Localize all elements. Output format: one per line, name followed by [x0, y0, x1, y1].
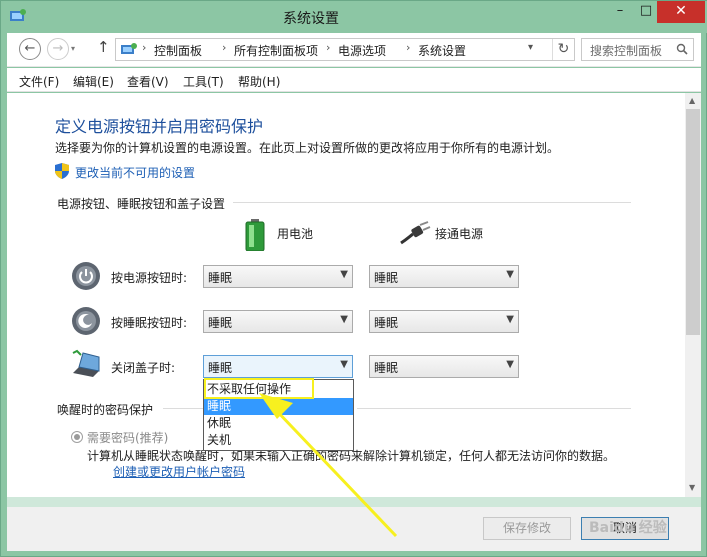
require-password-label: 需要密码(推荐) — [87, 431, 169, 445]
section-divider — [163, 408, 203, 409]
breadcrumb-separator: › — [326, 41, 331, 54]
change-unavailable-settings-link[interactable]: 更改当前不可用的设置 — [75, 164, 195, 181]
title-bar: 系统设置 – □ ✕ — [1, 1, 707, 33]
maximize-button[interactable]: □ — [633, 1, 659, 23]
uac-shield-icon — [55, 163, 69, 179]
refresh-button[interactable]: ↻ — [552, 39, 574, 60]
option-sleep[interactable]: 睡眠 — [204, 398, 353, 415]
select-value: 睡眠 — [374, 316, 399, 330]
power-button-icon — [72, 262, 100, 290]
content-bottom-strip — [7, 497, 701, 507]
sleep-button-icon — [72, 307, 100, 335]
scrollbar-thumb[interactable] — [686, 109, 700, 335]
select-value: 睡眠 — [208, 271, 233, 285]
breadcrumb-all-items[interactable]: 所有控制面板项 — [234, 42, 318, 59]
chevron-down-icon: ▼ — [340, 314, 348, 325]
battery-icon — [245, 219, 265, 251]
menu-file[interactable]: 文件(F) — [19, 73, 59, 90]
breadcrumb-power-options[interactable]: 电源选项 — [338, 42, 386, 59]
recent-locations-chevron-icon[interactable]: ▾ — [71, 44, 75, 53]
option-hibernate[interactable]: 休眠 — [204, 415, 353, 432]
menu-view[interactable]: 查看(V) — [127, 73, 169, 90]
menu-bar: 文件(F) 编辑(E) 查看(V) 工具(T) 帮助(H) — [7, 68, 701, 92]
breadcrumb-separator: › — [222, 41, 227, 54]
back-button[interactable]: ← — [19, 38, 41, 60]
section-wake-password: 唤醒时的密码保护 — [57, 403, 154, 417]
select-value: 睡眠 — [208, 316, 233, 330]
row-label-sleep-button: 按睡眠按钮时: — [111, 316, 188, 330]
column-plugged-in: 接通电源 — [435, 227, 484, 241]
address-dropdown-chevron-icon[interactable]: ▾ — [528, 42, 533, 53]
create-password-link[interactable]: 创建或更改用户帐户密码 — [113, 463, 245, 480]
address-bar[interactable]: › 控制面板 › 所有控制面板项 › 电源选项 › 系统设置 ▾ ↻ — [115, 38, 575, 61]
window: 系统设置 – □ ✕ ← → ▾ ↑ › 控制面板 › 所有控制面板项 › 电源… — [0, 0, 707, 557]
breadcrumb-separator: › — [142, 41, 147, 54]
navigation-bar: ← → ▾ ↑ › 控制面板 › 所有控制面板项 › 电源选项 › 系统设置 ▾… — [7, 33, 701, 67]
scroll-down-icon[interactable]: ▼ — [689, 483, 695, 492]
minimize-button[interactable]: – — [607, 1, 633, 23]
chevron-down-icon: ▼ — [340, 359, 348, 370]
sleep-button-battery-select[interactable]: 睡眠 ▼ — [203, 310, 353, 333]
watermark-logo: Baidu 经验 — [589, 520, 667, 536]
chevron-down-icon: ▼ — [506, 359, 514, 370]
row-label-close-lid: 关闭盖子时: — [111, 361, 176, 375]
select-value: 睡眠 — [374, 361, 399, 375]
close-lid-battery-select[interactable]: 睡眠 ▼ — [203, 355, 353, 378]
menu-edit[interactable]: 编辑(E) — [73, 73, 114, 90]
select-value: 睡眠 — [208, 361, 233, 375]
annotation-highlight-box — [204, 378, 314, 399]
vertical-scrollbar[interactable]: ▲ ▼ — [685, 93, 701, 497]
chevron-down-icon: ▼ — [340, 269, 348, 280]
page-title: 定义电源按钮并启用密码保护 — [55, 117, 264, 136]
power-plug-icon — [400, 221, 431, 245]
close-button[interactable]: ✕ — [657, 1, 705, 23]
control-panel-icon — [121, 43, 137, 54]
select-value: 睡眠 — [374, 271, 399, 285]
search-icon — [676, 43, 688, 55]
forward-button[interactable]: → — [47, 38, 69, 60]
scroll-up-icon[interactable]: ▲ — [689, 96, 695, 105]
chevron-down-icon: ▼ — [506, 269, 514, 280]
section-divider — [357, 408, 631, 409]
chevron-down-icon: ▼ — [506, 314, 514, 325]
settings-content: 定义电源按钮并启用密码保护 选择要为你的计算机设置的电源设置。在此页上对设置所做… — [7, 93, 685, 497]
require-password-radio[interactable] — [71, 431, 83, 443]
breadcrumb-system-settings[interactable]: 系统设置 — [418, 42, 466, 59]
power-button-plugged-select[interactable]: 睡眠 ▼ — [369, 265, 519, 288]
page-description: 选择要为你的计算机设置的电源设置。在此页上对设置所做的更改将应用于你所有的电源计… — [55, 141, 560, 155]
section-divider — [233, 202, 631, 203]
option-shutdown[interactable]: 关机 — [204, 432, 353, 449]
breadcrumb-control-panel[interactable]: 控制面板 — [154, 42, 202, 59]
row-label-power-button: 按电源按钮时: — [111, 271, 188, 285]
menu-tools[interactable]: 工具(T) — [183, 73, 224, 90]
sleep-button-plugged-select[interactable]: 睡眠 ▼ — [369, 310, 519, 333]
section-power-buttons: 电源按钮、睡眠按钮和盖子设置 — [57, 197, 226, 211]
search-placeholder: 搜索控制面板 — [590, 44, 663, 58]
close-lid-plugged-select[interactable]: 睡眠 ▼ — [369, 355, 519, 378]
save-changes-button[interactable]: 保存修改 — [483, 517, 571, 540]
up-button[interactable]: ↑ — [97, 38, 110, 56]
menu-help[interactable]: 帮助(H) — [238, 73, 280, 90]
window-title: 系统设置 — [283, 11, 339, 27]
column-battery: 用电池 — [277, 227, 314, 241]
laptop-lid-icon — [72, 349, 100, 377]
power-button-battery-select[interactable]: 睡眠 ▼ — [203, 265, 353, 288]
search-input[interactable]: 搜索控制面板 — [581, 38, 694, 61]
breadcrumb-separator: › — [406, 41, 411, 54]
